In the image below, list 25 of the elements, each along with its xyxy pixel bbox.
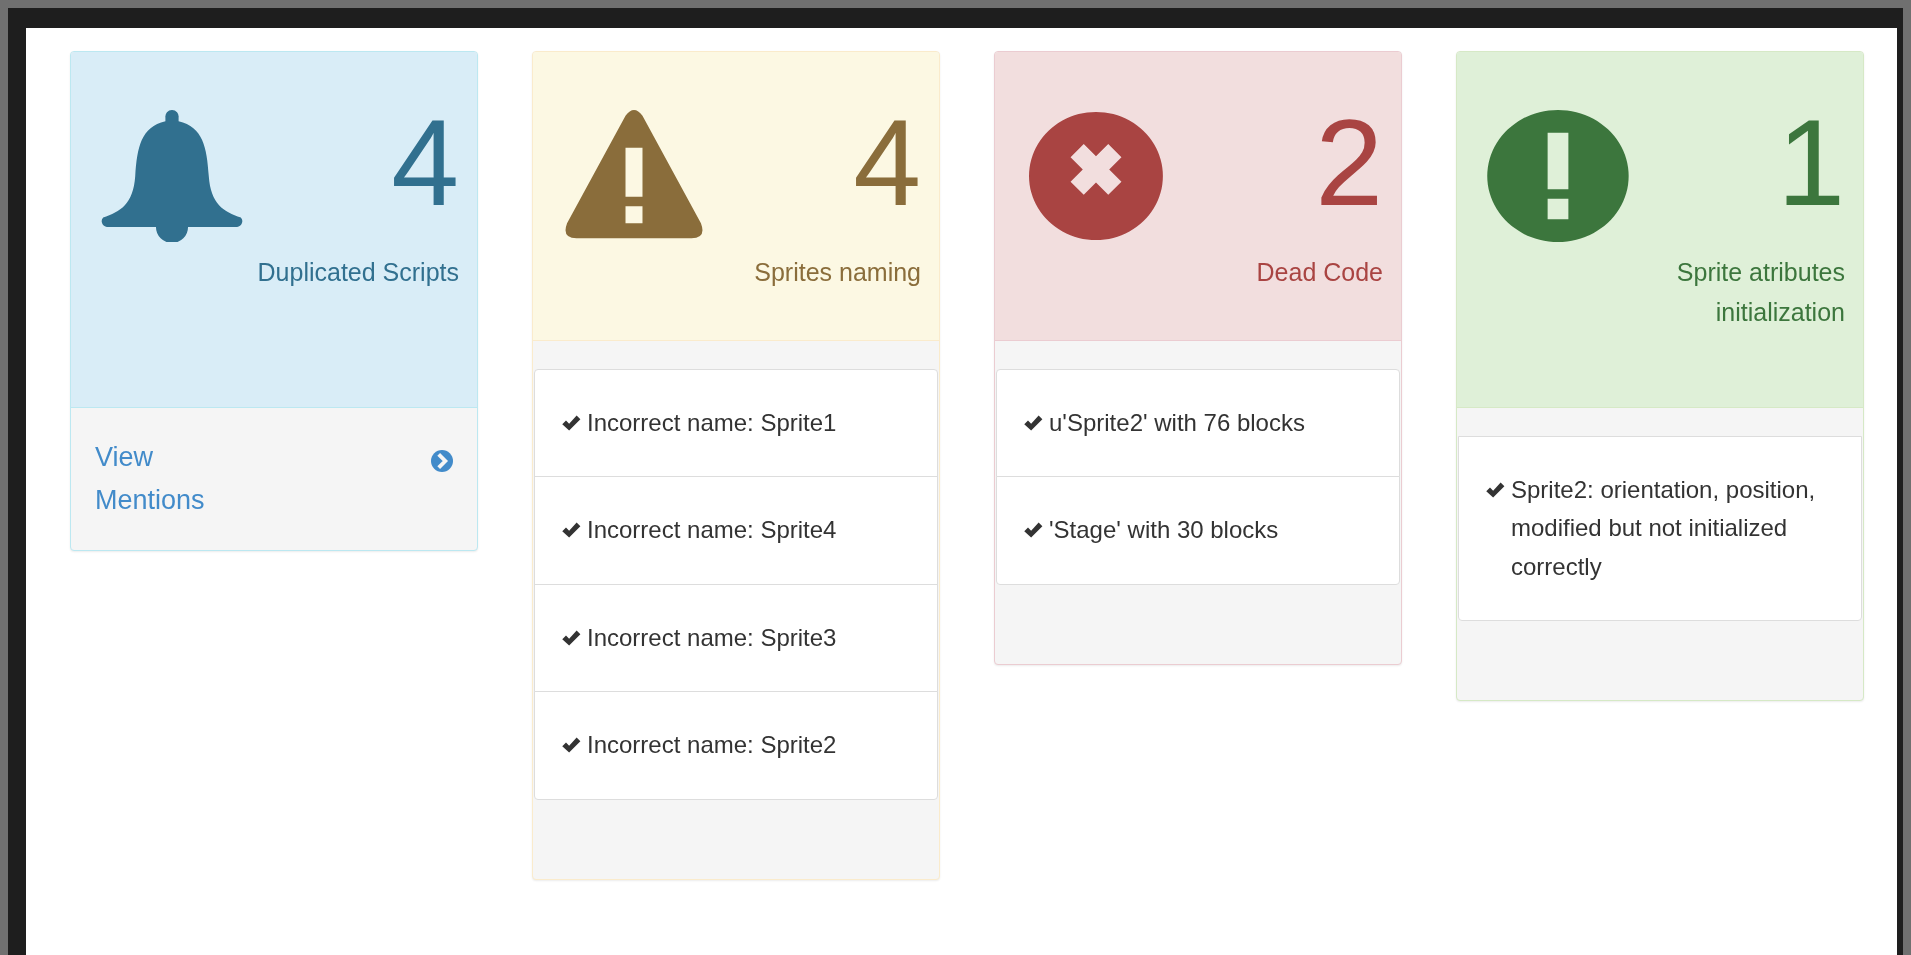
count: 2 bbox=[1315, 102, 1383, 224]
check-icon bbox=[561, 414, 581, 432]
count: 4 bbox=[391, 102, 459, 224]
check-icon bbox=[1485, 481, 1505, 499]
check-icon bbox=[561, 521, 581, 540]
item-text: Incorrect name: Sprite1 bbox=[587, 408, 837, 438]
card-label: Sprite atributes initialization bbox=[1675, 257, 1845, 328]
item-text: u'Sprite2' with 76 blocks bbox=[1049, 408, 1305, 438]
view-mentions-link[interactable]: View Mentions bbox=[95, 436, 205, 523]
check-icon bbox=[561, 628, 581, 647]
item-text: Incorrect name: Sprite2 bbox=[587, 730, 837, 761]
item-text: Incorrect name: Sprite3 bbox=[587, 622, 837, 653]
item-text: 'Stage' with 30 blocks bbox=[1049, 515, 1279, 546]
count: 1 bbox=[1777, 102, 1845, 224]
card-label: Duplicated Scripts bbox=[257, 257, 459, 288]
item-text: Incorrect name: Sprite4 bbox=[587, 515, 837, 546]
check-icon bbox=[1023, 414, 1043, 432]
check-icon bbox=[561, 736, 581, 755]
check-icon bbox=[1023, 521, 1043, 540]
count: 4 bbox=[853, 102, 921, 224]
arrow-circle-icon bbox=[431, 450, 453, 472]
item-text: Sprite2: orientation, position, modified but not initialized correctly bbox=[1511, 475, 1817, 582]
card-label: Dead Code bbox=[1256, 257, 1383, 288]
bell-icon bbox=[101, 110, 243, 242]
card-label: Sprites naming bbox=[754, 257, 921, 288]
